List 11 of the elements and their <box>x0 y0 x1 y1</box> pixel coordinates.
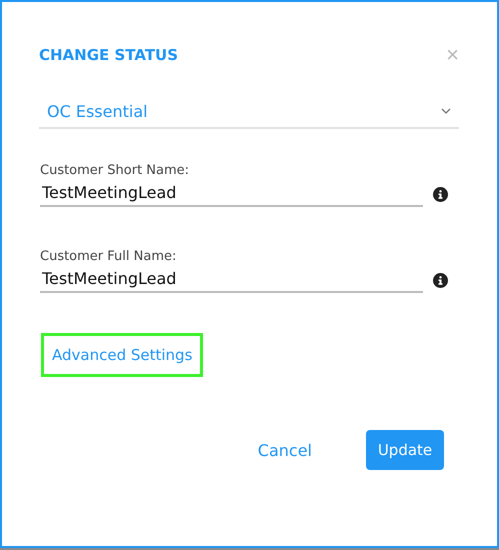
cancel-button[interactable]: Cancel <box>252 440 318 460</box>
close-button[interactable]: × <box>446 44 459 66</box>
status-dropdown[interactable]: OC Essential <box>39 99 459 129</box>
update-button[interactable]: Update <box>366 430 444 470</box>
advanced-settings-link[interactable]: Advanced Settings <box>41 333 204 377</box>
chevron-down-icon <box>441 108 451 114</box>
info-icon[interactable] <box>433 186 448 202</box>
field-label: Customer Full Name: <box>39 249 178 264</box>
info-icon[interactable] <box>433 272 448 288</box>
field-label: Customer Short Name: <box>39 163 190 178</box>
dialog-title: CHANGE STATUS <box>39 46 178 64</box>
